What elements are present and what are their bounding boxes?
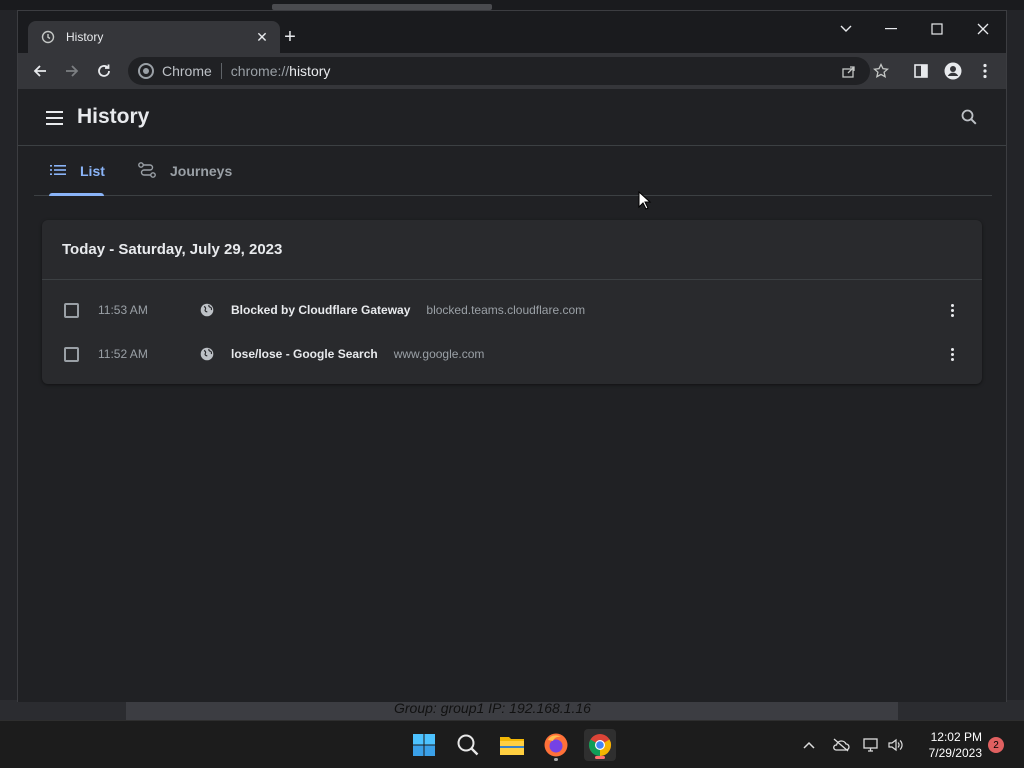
list-icon: [50, 163, 66, 179]
entry-more-actions-icon[interactable]: [942, 300, 962, 320]
entry-title-link[interactable]: Blocked by Cloudflare Gateway blocked.tea…: [231, 303, 585, 317]
desktop-info-text: Group: group1 IP: 192.168.1.16: [394, 700, 591, 716]
browser-toolbar: Chrome chrome:// history: [18, 53, 1006, 89]
mouse-cursor-icon: [638, 191, 652, 210]
globe-icon: [200, 347, 214, 361]
chrome-logo-icon: [138, 63, 154, 79]
entry-checkbox[interactable]: [64, 346, 79, 362]
tab-title: History: [66, 30, 104, 44]
entry-time: 11:52 AM: [98, 347, 148, 361]
journeys-icon: [138, 161, 156, 181]
network-icon[interactable]: [862, 735, 882, 755]
history-entry[interactable]: 11:52 AM lose/lose - Google Search www.go…: [42, 332, 982, 376]
title-bar: History ✕ +: [18, 11, 1006, 53]
entry-more-actions-icon[interactable]: [942, 344, 962, 364]
history-page: History List Journeys Today - Saturday, …: [18, 90, 1006, 702]
tab-journeys-label: Journeys: [170, 163, 233, 179]
entry-title: Blocked by Cloudflare Gateway: [231, 303, 411, 317]
new-tab-button[interactable]: +: [278, 25, 302, 49]
tab-list-label: List: [80, 163, 105, 179]
chrome-window: History ✕ + Chrome chrome:// history His…: [17, 10, 1007, 702]
browser-tab-history[interactable]: History ✕: [28, 21, 280, 53]
address-bar[interactable]: Chrome chrome:// history: [128, 57, 870, 85]
start-windows-icon[interactable]: [408, 729, 440, 761]
history-entry[interactable]: 11:53 AM Blocked by Cloudflare Gateway bl…: [42, 288, 982, 332]
hamburger-menu-icon[interactable]: [42, 106, 66, 130]
tab-close-icon[interactable]: ✕: [252, 27, 272, 47]
search-icon[interactable]: [960, 108, 982, 130]
maximize-icon[interactable]: [919, 15, 955, 43]
entry-domain: blocked.teams.cloudflare.com: [426, 303, 586, 317]
chrome-taskbar-icon[interactable]: [584, 729, 616, 761]
entry-title: lose/lose - Google Search: [231, 347, 378, 361]
share-icon[interactable]: [837, 59, 861, 83]
minimize-icon[interactable]: [873, 15, 909, 43]
active-tab-indicator: [49, 193, 104, 196]
profile-avatar-icon[interactable]: [941, 59, 965, 83]
taskbar-search-icon[interactable]: [452, 729, 484, 761]
taskbar-clock[interactable]: 12:02 PM 7/29/2023: [918, 729, 982, 761]
url-host: history: [289, 63, 331, 79]
tab-search-chevron-icon[interactable]: [828, 15, 864, 43]
desktop-top-strip: [0, 0, 1024, 10]
windows-taskbar: 12:02 PM 7/29/2023 2: [0, 720, 1024, 768]
desktop-info-bar: Group: group1 IP: 192.168.1.16: [0, 700, 1024, 720]
active-app-indicator: [595, 756, 605, 759]
site-label: Chrome: [162, 63, 212, 79]
clock-time: 12:02 PM: [930, 730, 982, 744]
running-indicator: [554, 758, 558, 761]
more-menu-icon[interactable]: [973, 59, 997, 83]
firefox-icon[interactable]: [540, 729, 572, 761]
omnibox-divider: [220, 63, 222, 79]
day-header: Today - Saturday, July 29, 2023: [42, 220, 982, 280]
entry-title-link[interactable]: lose/lose - Google Search www.google.com: [231, 347, 484, 361]
tab-journeys[interactable]: Journeys: [138, 147, 232, 195]
volume-icon[interactable]: [886, 735, 906, 755]
notification-badge[interactable]: 2: [988, 737, 1004, 753]
tab-list[interactable]: List: [49, 147, 105, 196]
history-tabs: List Journeys: [34, 147, 992, 196]
entry-domain: www.google.com: [393, 347, 485, 361]
history-header: History: [18, 90, 1006, 146]
history-day-card: Today - Saturday, July 29, 2023 11:53 AM…: [42, 220, 982, 384]
file-explorer-icon[interactable]: [496, 729, 528, 761]
onedrive-offline-icon[interactable]: [831, 735, 851, 755]
entry-checkbox[interactable]: [64, 302, 79, 318]
close-window-icon[interactable]: [965, 15, 1001, 43]
reload-icon[interactable]: [92, 59, 116, 83]
page-title: History: [77, 105, 150, 128]
bookmark-star-icon[interactable]: [869, 59, 893, 83]
url-scheme: chrome://: [230, 63, 290, 79]
show-hidden-icons-chevron-icon[interactable]: [799, 735, 819, 755]
back-arrow-icon[interactable]: [28, 59, 52, 83]
globe-icon: [200, 303, 214, 317]
forward-arrow-icon[interactable]: [60, 59, 84, 83]
history-icon: [40, 29, 56, 45]
clock-date: 7/29/2023: [928, 746, 982, 760]
side-panel-icon[interactable]: [909, 59, 933, 83]
entry-time: 11:53 AM: [98, 303, 148, 317]
